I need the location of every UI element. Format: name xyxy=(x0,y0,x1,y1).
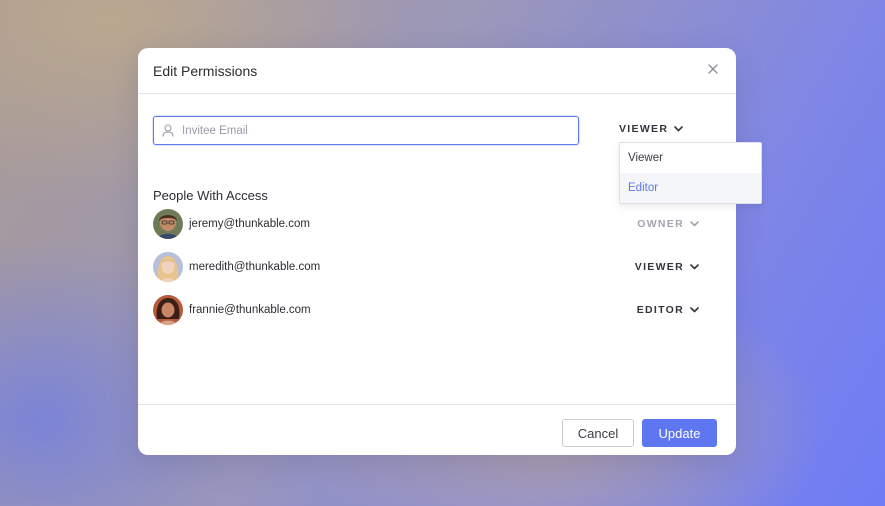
chevron-down-icon xyxy=(690,304,699,316)
people-with-access-heading: People With Access xyxy=(153,188,268,203)
role-option-editor[interactable]: Editor xyxy=(620,173,761,203)
person-email: frannie@thunkable.com xyxy=(189,304,311,316)
close-icon[interactable] xyxy=(705,62,721,78)
user-icon xyxy=(162,124,174,137)
invitee-email-input[interactable] xyxy=(180,123,564,138)
person-email: jeremy@thunkable.com xyxy=(189,218,310,230)
update-button[interactable]: Update xyxy=(642,419,717,447)
modal-footer: Cancel Update xyxy=(138,404,736,456)
person-role-owner: OWNER xyxy=(637,218,699,230)
role-option-viewer[interactable]: Viewer xyxy=(620,143,761,173)
modal-title: Edit Permissions xyxy=(153,63,258,79)
person-role-select[interactable]: VIEWER xyxy=(635,261,699,273)
modal-header: Edit Permissions xyxy=(138,48,736,94)
person-row: jeremy@thunkable.com OWNER xyxy=(153,209,713,239)
person-row: meredith@thunkable.com VIEWER xyxy=(153,252,713,282)
avatar xyxy=(153,209,183,239)
avatar xyxy=(153,252,183,282)
person-row: frannie@thunkable.com EDITOR xyxy=(153,295,713,325)
edit-permissions-modal: Edit Permissions VIEWER Viewer Editor Pe… xyxy=(138,48,762,456)
chevron-down-icon xyxy=(674,123,684,135)
person-role-label: OWNER xyxy=(637,218,684,230)
person-role-label: VIEWER xyxy=(634,261,684,273)
cancel-button[interactable]: Cancel xyxy=(562,419,634,447)
person-role-label: EDITOR xyxy=(636,304,684,316)
person-email: meredith@thunkable.com xyxy=(189,261,321,273)
chevron-down-icon xyxy=(690,218,699,230)
invite-role-label: VIEWER xyxy=(619,123,669,135)
avatar xyxy=(153,295,183,325)
role-dropdown-menu: Viewer Editor xyxy=(619,142,762,204)
chevron-down-icon xyxy=(690,261,699,273)
person-role-select[interactable]: EDITOR xyxy=(637,304,699,316)
invitee-email-field[interactable] xyxy=(153,116,579,145)
invite-role-select[interactable]: VIEWER xyxy=(619,123,684,135)
